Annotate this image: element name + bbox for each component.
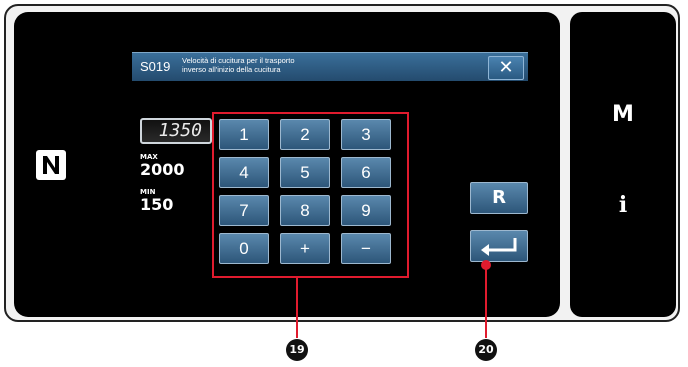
callout-badge-keypad: 19 [286,339,308,361]
key-4[interactable]: 4 [219,157,269,188]
dialog-title-bar: S019 Velocità di cucitura per il traspor… [132,52,528,81]
min-value: 150 [140,195,174,214]
nfc-icon [36,150,66,180]
key-minus[interactable]: − [341,233,391,264]
callout-dot-enter [481,260,491,270]
right-panel: M i [570,12,676,317]
description-line-1: Velocità di cucitura per il trasporto [182,56,295,65]
close-button[interactable]: ✕ [488,56,524,80]
value-display: 1350 [140,118,212,144]
key-7[interactable]: 7 [219,195,269,226]
key-0[interactable]: 0 [219,233,269,264]
m-button[interactable]: M [570,102,676,127]
key-3[interactable]: 3 [341,119,391,150]
key-6[interactable]: 6 [341,157,391,188]
info-button[interactable]: i [570,192,676,218]
max-value: 2000 [140,160,185,179]
touch-screen: S019 Velocità di cucitura per il traspor… [14,12,560,317]
dialog-description: Velocità di cucitura per il trasporto in… [182,56,295,74]
key-1[interactable]: 1 [219,119,269,150]
reset-button[interactable]: R [470,182,528,214]
callout-badge-enter: 20 [475,339,497,361]
key-8[interactable]: 8 [280,195,330,226]
callout-line-keypad [296,278,298,338]
description-line-2: inverso all'inizio della cucitura [182,65,281,74]
dialog-code: S019 [140,59,171,74]
enter-button[interactable] [470,230,528,262]
key-5[interactable]: 5 [280,157,330,188]
close-icon: ✕ [498,57,514,78]
callout-line-enter [485,264,487,338]
enter-arrow-icon [481,238,517,256]
key-plus[interactable]: + [280,233,330,264]
key-2[interactable]: 2 [280,119,330,150]
key-9[interactable]: 9 [341,195,391,226]
